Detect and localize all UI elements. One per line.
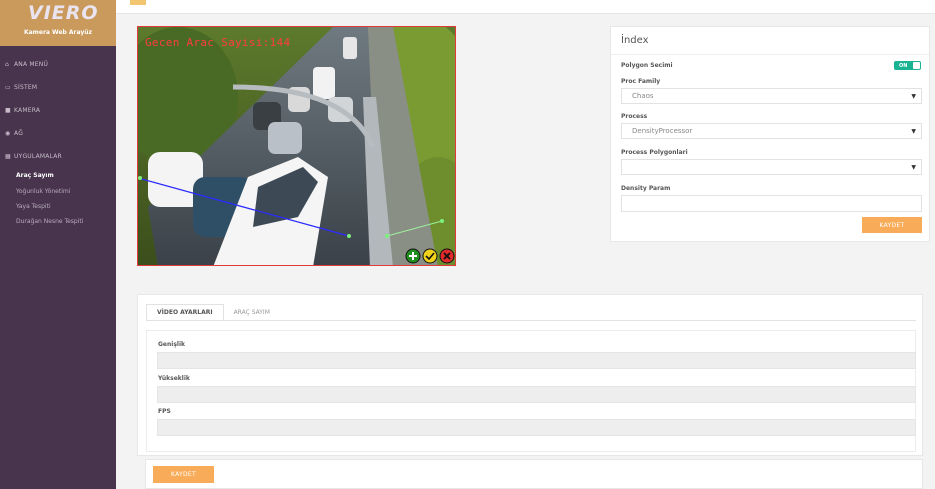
sidebar-item-ana-menu[interactable]: ⌂ ANA MENÜ — [5, 58, 48, 70]
sidebar-item-label: ANA MENÜ — [14, 60, 49, 68]
select-value: Chaos — [632, 92, 654, 100]
select-value: DensityProcessor — [632, 127, 693, 135]
tab-vehicle-count[interactable]: ARAÇ SAYIM — [224, 304, 280, 321]
chevron-down-icon: ▼ — [911, 93, 916, 100]
save-row: KAYDET — [145, 459, 923, 489]
width-label: Genişlik — [158, 341, 185, 348]
panel-title: İndex — [621, 35, 649, 46]
vehicle-count-overlay: Gecen Arac Sayisi:144 — [145, 36, 291, 49]
fps-input[interactable] — [157, 419, 916, 436]
logo-area: VIERO Kamera Web Arayüz — [0, 0, 116, 46]
add-polygon-icon[interactable] — [405, 248, 421, 264]
save-button[interactable]: KAYDET — [862, 217, 922, 233]
sidebar-item-label: KAMERA — [14, 106, 41, 114]
proc-family-select[interactable]: Chaos ▼ — [621, 88, 922, 104]
tab-bar: VİDEO AYARLARI ARAÇ SAYIM — [146, 304, 280, 321]
sidebar-item-label: SİSTEM — [14, 83, 38, 91]
sidebar-item-kamera[interactable]: ■ KAMERA — [5, 104, 40, 116]
settings-panel: VİDEO AYARLARI ARAÇ SAYIM Genişlik Yükse… — [137, 294, 923, 456]
toggle-label: ON — [899, 62, 908, 69]
process-polygons-select[interactable]: ▼ — [621, 159, 922, 175]
save-button[interactable]: KAYDET — [153, 466, 214, 483]
monitor-icon: ▭ — [5, 83, 11, 91]
chevron-down-icon: ▼ — [911, 164, 916, 171]
polygon-selection-label: Polygon Secimi — [621, 62, 673, 69]
tab-content: Genişlik Yükseklik FPS — [146, 330, 916, 452]
polygon-controls — [405, 248, 455, 264]
index-panel: İndex Polygon Secimi ON Proc Family Chao… — [610, 26, 930, 242]
process-polygons-label: Process Polygonlari — [621, 149, 688, 156]
divider — [611, 54, 929, 55]
sidebar-item-ag[interactable]: ◉ AĞ — [5, 127, 23, 139]
tab-divider — [146, 320, 916, 321]
sidebar-item-label: AĞ — [14, 129, 24, 137]
density-param-label: Density Param — [621, 185, 671, 192]
height-label: Yükseklik — [158, 375, 190, 382]
process-select[interactable]: DensityProcessor ▼ — [621, 123, 922, 139]
camera-frame — [138, 27, 455, 265]
chevron-down-icon: ▼ — [911, 128, 916, 135]
sidebar-item-uygulamalar[interactable]: ▦ UYGULAMALAR — [5, 150, 62, 162]
sidebar-subitem-yogunluk-yonetimi[interactable]: Yoğunluk Yönetimi — [16, 188, 70, 195]
tab-video-settings[interactable]: VİDEO AYARLARI — [146, 304, 224, 321]
logo: VIERO — [28, 2, 99, 24]
density-param-input[interactable] — [621, 195, 922, 212]
video-camera-icon: ■ — [5, 106, 11, 114]
camera-view[interactable]: Gecen Arac Sayisi:144 — [137, 26, 456, 266]
process-label: Process — [621, 113, 648, 120]
home-icon: ⌂ — [5, 60, 10, 68]
top-bar — [116, 0, 935, 14]
fps-label: FPS — [158, 408, 171, 415]
polygon-selection-toggle[interactable]: ON — [894, 61, 921, 70]
delete-polygon-icon[interactable] — [439, 248, 455, 264]
logo-subtitle: Kamera Web Arayüz — [23, 29, 93, 36]
sidebar-subitem-arac-sayim[interactable]: Araç Sayım — [16, 172, 54, 179]
menu-toggle-button[interactable] — [130, 0, 146, 5]
width-input[interactable] — [157, 352, 916, 369]
globe-icon: ◉ — [5, 129, 11, 137]
height-input[interactable] — [157, 386, 916, 403]
sidebar: VIERO Kamera Web Arayüz ⌂ ANA MENÜ ▭ SİS… — [0, 0, 116, 489]
toggle-knob — [913, 62, 920, 69]
sidebar-subitem-yaya-tespiti[interactable]: Yaya Tespiti — [16, 203, 51, 210]
confirm-polygon-icon[interactable] — [422, 248, 438, 264]
sidebar-subitem-duragan-nesne[interactable]: Durağan Nesne Tespiti — [16, 218, 83, 225]
sidebar-item-label: UYGULAMALAR — [14, 152, 62, 160]
sidebar-item-sistem[interactable]: ▭ SİSTEM — [5, 81, 37, 93]
document-icon: ▦ — [5, 152, 11, 160]
proc-family-label: Proc Family — [621, 78, 661, 85]
